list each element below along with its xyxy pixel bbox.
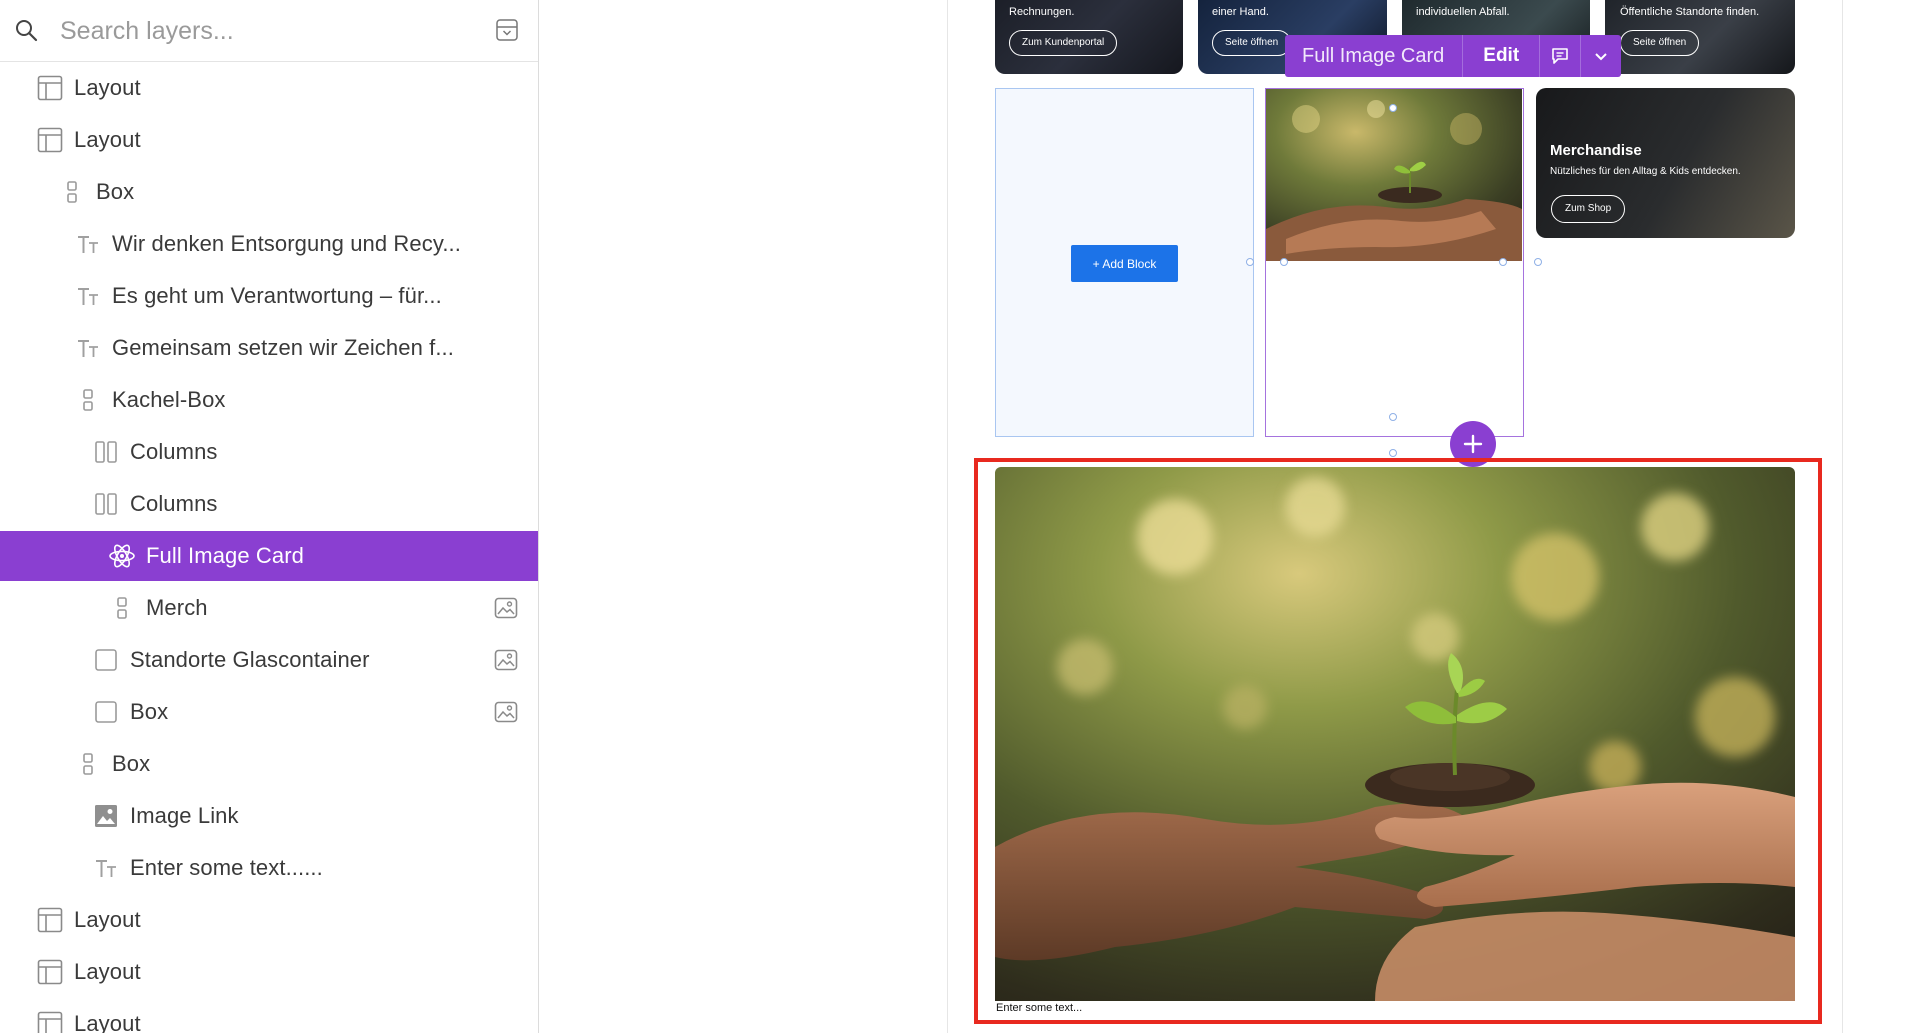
merch-title: Merchandise: [1550, 142, 1642, 159]
box-icon: [74, 750, 102, 778]
layer-item[interactable]: Image Link: [0, 791, 538, 841]
columns-icon: [92, 490, 120, 518]
layer-label: Kachel-Box: [112, 387, 226, 412]
layout-icon: [36, 906, 64, 934]
layer-item[interactable]: Gemeinsam setzen wir Zeichen f...: [0, 323, 538, 373]
toolbar-component-name[interactable]: Full Image Card: [1285, 45, 1462, 68]
box-icon: [58, 178, 86, 206]
layer-label: Box: [96, 179, 135, 204]
layers-panel: Layout Layout Box Wir denken Entsorgung und…: [0, 0, 539, 1033]
search-input[interactable]: [60, 12, 460, 50]
layer-item[interactable]: Layout: [0, 895, 538, 945]
layer-item[interactable]: Box: [0, 687, 538, 737]
layer-label: Columns: [130, 491, 218, 516]
layer-item[interactable]: Box: [0, 167, 538, 217]
top-card-text: einer Hand.: [1212, 6, 1269, 18]
checkbox-icon: [92, 698, 120, 726]
resize-handle[interactable]: [1534, 258, 1542, 266]
layer-item[interactable]: Standorte Glascontainer: [0, 635, 538, 685]
layer-item[interactable]: Wir denken Entsorgung und Recy...: [0, 219, 538, 269]
edit-button[interactable]: Edit: [1463, 45, 1539, 67]
layer-item[interactable]: Merch: [0, 583, 538, 633]
layer-label: Merch: [146, 595, 208, 620]
text-icon: [74, 334, 102, 362]
layer-search-bar: [0, 0, 538, 62]
text-icon: [74, 282, 102, 310]
collapse-panel-icon[interactable]: [496, 19, 518, 41]
merch-card[interactable]: Merchandise Nützliches für den Alltag & …: [1536, 88, 1795, 238]
layer-item[interactable]: Layout: [0, 63, 538, 113]
layout-icon: [36, 126, 64, 154]
merch-subtitle: Nützliches für den Alltag & Kids entdeck…: [1550, 166, 1741, 177]
top-card-text: individuellen Abfall.: [1416, 6, 1510, 18]
image-icon[interactable]: [494, 597, 518, 619]
layer-item[interactable]: Layout: [0, 999, 538, 1033]
layer-label: Standorte Glascontainer: [130, 647, 370, 672]
component-toolbar: Full Image Card Edit: [1285, 35, 1622, 77]
chevron-down-icon[interactable]: [1581, 35, 1621, 77]
layer-item[interactable]: Layout: [0, 115, 538, 165]
layer-item[interactable]: Columns: [0, 479, 538, 529]
layout-icon: [36, 1010, 64, 1033]
top-card-1[interactable]: Rechnungen. Zum Kundenportal: [995, 0, 1183, 74]
search-icon: [16, 20, 38, 42]
image-icon[interactable]: [494, 649, 518, 671]
layer-label: Layout: [74, 75, 141, 100]
layer-item[interactable]: Box: [0, 739, 538, 789]
page-edge-left: [947, 0, 948, 1033]
react-component-icon: [108, 542, 136, 570]
top-card-text: Rechnungen.: [1009, 6, 1075, 18]
layer-item[interactable]: Kachel-Box: [0, 375, 538, 425]
box-icon: [74, 386, 102, 414]
layer-label: Box: [130, 699, 169, 724]
layer-label: Gemeinsam setzen wir Zeichen f...: [112, 335, 454, 360]
zum-shop-button[interactable]: Zum Shop: [1551, 195, 1626, 223]
resize-handle[interactable]: [1389, 449, 1397, 457]
checkbox-icon: [92, 646, 120, 674]
top-card-button[interactable]: Seite öffnen: [1620, 30, 1700, 56]
resize-handle[interactable]: [1246, 258, 1254, 266]
image-link-icon: [92, 802, 120, 830]
full-image-card-image[interactable]: [995, 467, 1795, 1001]
layer-label: Enter some text......: [130, 855, 323, 880]
layer-label: Layout: [74, 959, 141, 984]
resize-handle[interactable]: [1499, 258, 1507, 266]
resize-handle[interactable]: [1389, 413, 1397, 421]
layer-label: Layout: [74, 1011, 141, 1033]
text-icon: [74, 230, 102, 258]
image-caption-text[interactable]: Enter some text...: [996, 1002, 1082, 1014]
selected-full-image-card[interactable]: [1265, 88, 1524, 437]
layout-icon: [36, 958, 64, 986]
top-card-text: Öffentliche Standorte finden.: [1620, 6, 1760, 18]
top-card-4[interactable]: Öffentliche Standorte finden. Seite öffn…: [1605, 0, 1795, 74]
layer-item[interactable]: Enter some text......: [0, 843, 538, 893]
page-edge-right: [1842, 0, 1843, 1033]
layer-label: Box: [112, 751, 151, 776]
layer-item[interactable]: Layout: [0, 947, 538, 997]
add-block-button[interactable]: + Add Block: [1071, 245, 1178, 282]
image-icon[interactable]: [494, 701, 518, 723]
comment-icon[interactable]: [1540, 35, 1580, 77]
box-icon: [108, 594, 136, 622]
layer-label: Full Image Card: [146, 543, 305, 568]
layer-item[interactable]: Full Image Card: [0, 531, 538, 581]
layer-label: Layout: [74, 907, 141, 932]
resize-handle[interactable]: [1280, 258, 1288, 266]
layer-item[interactable]: Columns: [0, 427, 538, 477]
top-card-button[interactable]: Zum Kundenportal: [1009, 30, 1118, 56]
resize-handle[interactable]: [1389, 104, 1397, 112]
layer-label: Layout: [74, 127, 141, 152]
top-card-button[interactable]: Seite öffnen: [1212, 30, 1292, 56]
card-thumbnail-image: [1266, 89, 1522, 261]
layer-item[interactable]: Es geht um Verantwortung – für...: [0, 271, 538, 321]
layout-icon: [36, 74, 64, 102]
layer-label: Wir denken Entsorgung und Recy...: [112, 231, 461, 256]
layer-label: Columns: [130, 439, 218, 464]
columns-icon: [92, 438, 120, 466]
layer-label: Image Link: [130, 803, 239, 828]
layer-label: Es geht um Verantwortung – für...: [112, 283, 442, 308]
text-icon: [92, 854, 120, 882]
